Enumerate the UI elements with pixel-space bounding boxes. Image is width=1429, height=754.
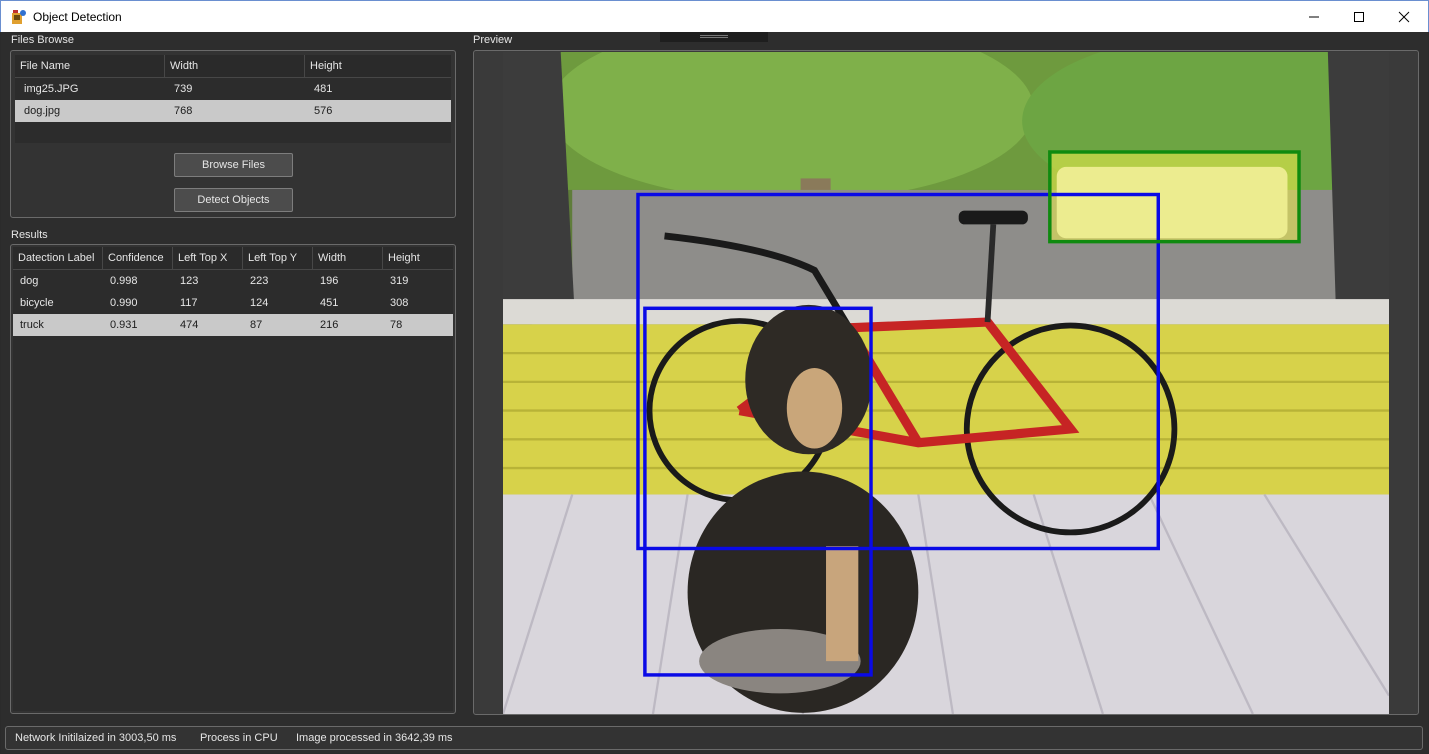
result-confidence-cell: 0.931 bbox=[110, 319, 138, 331]
preview-image bbox=[503, 52, 1389, 714]
column-header-left-top-y[interactable]: Left Top Y bbox=[243, 247, 313, 269]
minimize-icon bbox=[1309, 16, 1319, 17]
result-x-cell: 123 bbox=[180, 275, 199, 287]
porch-floor bbox=[503, 494, 1389, 714]
files-panel: File Name Width Height img25.JPG 739 481… bbox=[10, 50, 456, 218]
detect-objects-button[interactable]: Detect Objects bbox=[174, 188, 293, 212]
porch-post-right bbox=[1327, 52, 1389, 323]
result-row-selected[interactable]: truck 0.931 474 87 216 78 bbox=[13, 314, 453, 336]
main-window: Files Browse File Name Width Height img2… bbox=[1, 32, 1428, 753]
preview-group-label: Preview bbox=[473, 34, 513, 46]
status-processed: Image processed in 3642,39 ms bbox=[296, 732, 453, 744]
result-confidence-cell: 0.998 bbox=[110, 275, 138, 287]
files-table-header: File Name Width Height bbox=[15, 55, 451, 78]
column-header-height[interactable]: Height bbox=[305, 55, 451, 77]
result-label-cell: truck bbox=[20, 319, 44, 331]
results-panel: Datection Label Confidence Left Top X Le… bbox=[10, 244, 456, 714]
result-label-cell: dog bbox=[20, 275, 39, 287]
preview-panel bbox=[473, 50, 1419, 715]
files-group-label: Files Browse bbox=[11, 34, 74, 46]
result-y-cell: 223 bbox=[250, 275, 269, 287]
file-row-selected[interactable]: dog.jpg 768 576 bbox=[15, 100, 451, 122]
result-y-cell: 87 bbox=[250, 319, 263, 331]
column-header-height[interactable]: Height bbox=[383, 247, 453, 269]
grip-icon bbox=[700, 35, 728, 38]
column-header-confidence[interactable]: Confidence bbox=[103, 247, 173, 269]
file-name-cell: dog.jpg bbox=[24, 105, 61, 117]
file-name-cell: img25.JPG bbox=[24, 83, 79, 95]
result-height-cell: 319 bbox=[390, 275, 409, 287]
result-confidence-cell: 0.990 bbox=[110, 297, 138, 309]
result-y-cell: 124 bbox=[250, 297, 269, 309]
maximize-button[interactable] bbox=[1336, 1, 1382, 32]
result-x-cell: 117 bbox=[180, 297, 198, 309]
results-group-label: Results bbox=[11, 229, 48, 241]
result-row[interactable]: dog 0.998 123 223 196 319 bbox=[13, 270, 453, 292]
file-row[interactable]: img25.JPG 739 481 bbox=[15, 78, 451, 100]
files-table[interactable]: File Name Width Height img25.JPG 739 481… bbox=[15, 55, 451, 143]
result-label-cell: bicycle bbox=[20, 297, 54, 309]
column-header-width[interactable]: Width bbox=[313, 247, 383, 269]
file-width-cell: 739 bbox=[174, 83, 193, 95]
maximize-icon bbox=[1354, 11, 1364, 22]
result-width-cell: 451 bbox=[320, 297, 339, 309]
result-width-cell: 216 bbox=[320, 319, 339, 331]
status-bar: Network Initilaized in 3003,50 ms Proces… bbox=[5, 726, 1423, 750]
result-height-cell: 78 bbox=[390, 319, 403, 331]
results-table[interactable]: Datection Label Confidence Left Top X Le… bbox=[13, 247, 453, 711]
column-header-file-name[interactable]: File Name bbox=[15, 55, 165, 77]
column-header-width[interactable]: Width bbox=[165, 55, 305, 77]
close-button[interactable] bbox=[1381, 1, 1427, 32]
file-width-cell: 768 bbox=[174, 105, 193, 117]
browse-files-button[interactable]: Browse Files bbox=[174, 153, 293, 177]
result-x-cell: 474 bbox=[180, 319, 199, 331]
column-header-label[interactable]: Datection Label bbox=[13, 247, 103, 269]
results-table-header: Datection Label Confidence Left Top X Le… bbox=[13, 247, 453, 270]
file-height-cell: 576 bbox=[314, 105, 333, 117]
window-title: Object Detection bbox=[33, 10, 122, 24]
status-device: Process in CPU bbox=[200, 732, 278, 744]
file-height-cell: 481 bbox=[314, 83, 333, 95]
minimize-button[interactable] bbox=[1291, 1, 1337, 32]
column-header-left-top-x[interactable]: Left Top X bbox=[173, 247, 243, 269]
result-row[interactable]: bicycle 0.990 117 124 451 308 bbox=[13, 292, 453, 314]
truck-highlight bbox=[1049, 151, 1300, 242]
result-height-cell: 308 bbox=[390, 297, 409, 309]
app-icon bbox=[12, 10, 26, 24]
result-width-cell: 196 bbox=[320, 275, 339, 287]
splitter-handle[interactable] bbox=[660, 32, 768, 42]
status-network: Network Initilaized in 3003,50 ms bbox=[15, 732, 177, 744]
title-bar: Object Detection bbox=[0, 0, 1429, 32]
close-icon bbox=[1398, 11, 1410, 22]
